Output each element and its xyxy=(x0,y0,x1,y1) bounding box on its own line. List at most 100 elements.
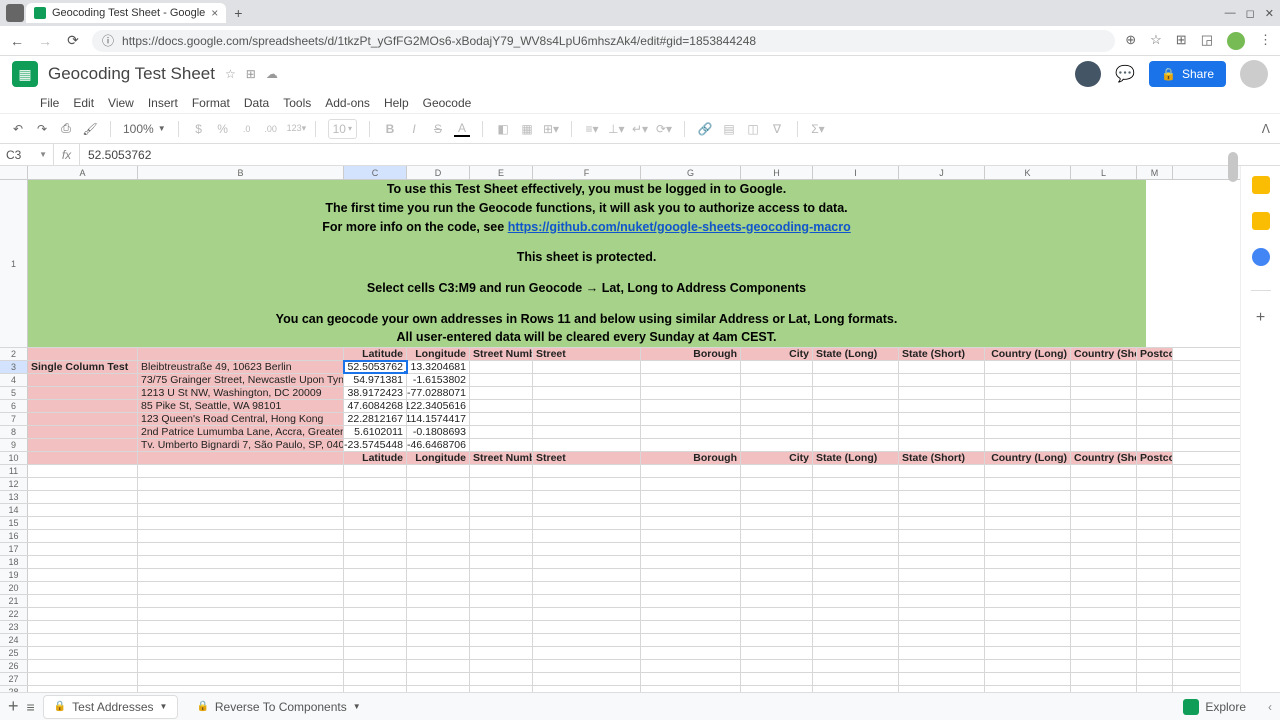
row-header[interactable]: 15 xyxy=(0,517,28,529)
cell[interactable] xyxy=(533,595,641,607)
cell[interactable] xyxy=(641,439,741,451)
cell[interactable] xyxy=(1071,647,1137,659)
cell[interactable] xyxy=(28,517,138,529)
cell[interactable] xyxy=(741,413,813,425)
cell[interactable] xyxy=(28,348,138,360)
cell[interactable] xyxy=(407,595,470,607)
cell[interactable] xyxy=(407,634,470,646)
cell[interactable]: Country (Long) xyxy=(985,348,1071,360)
cell[interactable] xyxy=(1071,608,1137,620)
cell[interactable]: Street xyxy=(533,348,641,360)
cell[interactable]: Bleibtreustraße 49, 10623 Berlin xyxy=(138,361,344,373)
cell[interactable] xyxy=(813,361,899,373)
cell[interactable]: 47.6084268 xyxy=(344,400,407,412)
cell[interactable] xyxy=(985,621,1071,633)
menu-tools[interactable]: Tools xyxy=(283,96,311,110)
cell[interactable] xyxy=(741,608,813,620)
extensions-icon[interactable]: ⊞ xyxy=(1176,32,1187,50)
cell[interactable] xyxy=(641,673,741,685)
cell[interactable]: Postcode xyxy=(1137,452,1173,464)
new-tab-button[interactable]: + xyxy=(228,3,248,23)
cell[interactable] xyxy=(1137,634,1173,646)
cell[interactable] xyxy=(28,595,138,607)
cell[interactable] xyxy=(741,491,813,503)
chart-icon[interactable]: ◫ xyxy=(745,122,761,136)
fill-color-icon[interactable]: ◧ xyxy=(495,122,511,136)
cell[interactable] xyxy=(138,595,344,607)
cell[interactable]: Street Number xyxy=(470,348,533,360)
cell[interactable] xyxy=(470,491,533,503)
cell[interactable] xyxy=(899,491,985,503)
name-box[interactable]: C3 ▼ xyxy=(0,144,54,165)
cell[interactable] xyxy=(641,426,741,438)
cell[interactable] xyxy=(533,673,641,685)
cell[interactable] xyxy=(533,465,641,477)
cell[interactable] xyxy=(985,491,1071,503)
cell[interactable] xyxy=(813,673,899,685)
cell[interactable] xyxy=(344,504,407,516)
cell[interactable]: Latitude xyxy=(344,348,407,360)
cell[interactable] xyxy=(1071,413,1137,425)
cell[interactable] xyxy=(407,543,470,555)
cell[interactable] xyxy=(899,660,985,672)
cell[interactable] xyxy=(470,400,533,412)
cell[interactable] xyxy=(138,634,344,646)
cell[interactable] xyxy=(1071,400,1137,412)
all-sheets-button[interactable]: ≡ xyxy=(27,699,35,715)
cell[interactable] xyxy=(138,504,344,516)
row-header[interactable]: 14 xyxy=(0,504,28,516)
cell[interactable] xyxy=(641,413,741,425)
cell[interactable] xyxy=(470,660,533,672)
vertical-scrollbar[interactable] xyxy=(1228,152,1238,182)
cell[interactable] xyxy=(741,582,813,594)
cell[interactable] xyxy=(641,465,741,477)
cell[interactable] xyxy=(641,517,741,529)
cell[interactable] xyxy=(344,621,407,633)
cell[interactable] xyxy=(641,361,741,373)
cell[interactable] xyxy=(985,361,1071,373)
formula-input[interactable]: 52.5053762 xyxy=(80,148,159,162)
cell[interactable]: -0.1808693 xyxy=(407,426,470,438)
cell[interactable] xyxy=(407,530,470,542)
cell[interactable] xyxy=(344,608,407,620)
cell[interactable]: 85 Pike St, Seattle, WA 98101 xyxy=(138,400,344,412)
cell[interactable] xyxy=(1071,465,1137,477)
cell[interactable] xyxy=(1137,465,1173,477)
cell[interactable] xyxy=(641,543,741,555)
sheet-tab-test-addresses[interactable]: 🔒 Test Addresses ▼ xyxy=(43,695,179,719)
cell[interactable] xyxy=(138,452,344,464)
cell[interactable] xyxy=(28,478,138,490)
cell[interactable] xyxy=(641,660,741,672)
cell[interactable]: 13.3204681 xyxy=(407,361,470,373)
cell[interactable] xyxy=(533,387,641,399)
cell[interactable] xyxy=(1137,556,1173,568)
cell[interactable] xyxy=(741,400,813,412)
cell[interactable] xyxy=(741,361,813,373)
cell[interactable] xyxy=(470,504,533,516)
cell[interactable] xyxy=(641,374,741,386)
cell[interactable] xyxy=(28,673,138,685)
cell[interactable] xyxy=(899,426,985,438)
row-header[interactable]: 9 xyxy=(0,439,28,451)
cell[interactable] xyxy=(344,478,407,490)
cell[interactable] xyxy=(533,543,641,555)
cell[interactable] xyxy=(344,647,407,659)
row-header[interactable]: 4 xyxy=(0,374,28,386)
cell[interactable] xyxy=(985,478,1071,490)
borders-icon[interactable]: ▦ xyxy=(519,122,535,136)
cell[interactable]: State (Long) xyxy=(813,348,899,360)
cell[interactable]: Street xyxy=(533,452,641,464)
cell[interactable] xyxy=(1071,478,1137,490)
paint-format-icon[interactable]: 🖌 xyxy=(82,122,98,136)
row-header[interactable]: 3 xyxy=(0,361,28,373)
menu-edit[interactable]: Edit xyxy=(73,96,94,110)
cell[interactable] xyxy=(1071,673,1137,685)
cell[interactable]: -46.6468706 xyxy=(407,439,470,451)
collapse-side-icon[interactable]: ‹ xyxy=(1268,700,1272,714)
cell[interactable] xyxy=(813,413,899,425)
col-header[interactable]: E xyxy=(470,166,533,179)
back-icon[interactable]: ← xyxy=(8,33,26,49)
cell[interactable]: Postcode xyxy=(1137,348,1173,360)
cell[interactable] xyxy=(1137,582,1173,594)
cell[interactable] xyxy=(138,569,344,581)
